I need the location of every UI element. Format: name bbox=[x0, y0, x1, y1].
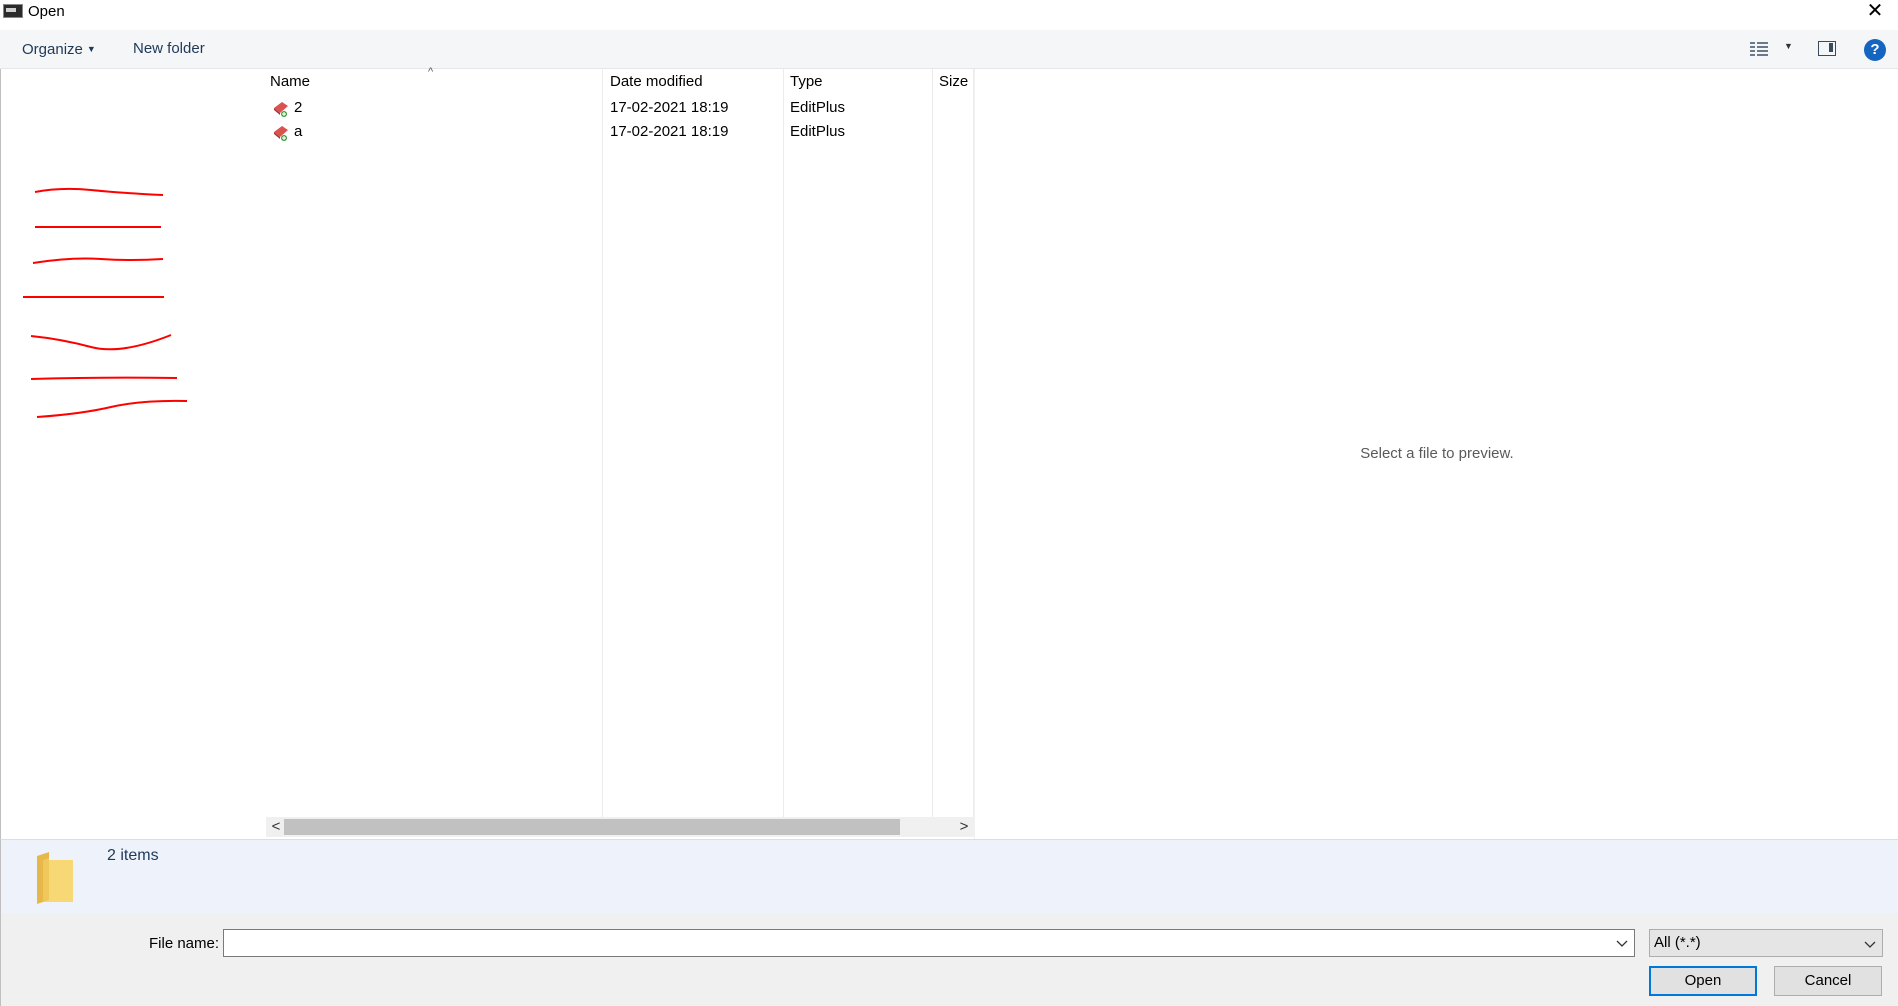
redaction-marks bbox=[23, 187, 188, 418]
column-header-type[interactable]: Type bbox=[790, 73, 823, 91]
details-view-icon bbox=[1750, 42, 1768, 56]
file-type: EditPlus bbox=[790, 99, 846, 116]
redaction-line bbox=[30, 376, 178, 380]
file-date-modified: 17-02-2021 18:19 bbox=[610, 99, 729, 116]
change-view-button[interactable]: ▼ bbox=[1750, 39, 1798, 59]
scroll-left-icon[interactable]: < bbox=[268, 817, 284, 837]
open-button[interactable]: Open bbox=[1649, 966, 1757, 996]
editplus-file-icon bbox=[274, 126, 288, 141]
organize-button[interactable]: Organize ▼ bbox=[22, 40, 96, 59]
window-title: Open bbox=[28, 3, 65, 20]
details-pane: 2 items bbox=[0, 839, 1898, 913]
column-divider[interactable] bbox=[932, 69, 933, 817]
organize-label: Organize bbox=[22, 41, 83, 58]
bottom-bar: File name: All (*.*) Open Cancel bbox=[0, 913, 1898, 1006]
column-divider[interactable] bbox=[602, 69, 603, 817]
caret-down-icon: ▼ bbox=[86, 44, 96, 54]
navigation-pane[interactable] bbox=[0, 69, 262, 839]
file-name: a bbox=[294, 123, 303, 140]
new-folder-button[interactable]: New folder bbox=[133, 40, 205, 58]
scrollbar-thumb[interactable] bbox=[284, 819, 900, 835]
folder-icon bbox=[37, 852, 73, 904]
chevron-down-icon[interactable] bbox=[1614, 934, 1630, 952]
sort-ascending-icon: ^ bbox=[428, 66, 434, 78]
title-bar: Open ✕ bbox=[0, 0, 1898, 26]
file-date-modified: 17-02-2021 18:19 bbox=[610, 123, 729, 140]
file-type: EditPlus bbox=[790, 123, 846, 140]
column-divider[interactable] bbox=[783, 69, 784, 817]
redaction-line bbox=[32, 257, 164, 264]
items-count: 2 items bbox=[107, 847, 159, 864]
file-type-filter-select[interactable]: All (*.*) bbox=[1649, 929, 1883, 957]
table-row[interactable]: a 17-02-2021 18:19 EditPlus bbox=[262, 120, 974, 144]
scroll-right-icon[interactable]: > bbox=[956, 817, 972, 837]
editplus-file-icon bbox=[274, 102, 288, 117]
column-header-name[interactable]: Name bbox=[270, 73, 310, 91]
file-name-label: File name: bbox=[149, 935, 220, 952]
file-name-input[interactable] bbox=[224, 930, 1612, 956]
file-type-filter-value: All (*.*) bbox=[1654, 934, 1701, 951]
close-icon[interactable]: ✕ bbox=[1860, 0, 1890, 24]
preview-pane-icon[interactable] bbox=[1818, 41, 1836, 56]
file-list[interactable]: ^ Name Date modified Type Size 2 17-02-2… bbox=[262, 66, 974, 839]
horizontal-scrollbar[interactable]: < > bbox=[266, 817, 974, 837]
preview-pane: Select a file to preview. bbox=[974, 69, 1898, 839]
toolbar: Organize ▼ New folder ▼ ? bbox=[0, 30, 1898, 69]
dropdown-caret-icon: ▼ bbox=[1784, 41, 1793, 51]
table-row[interactable]: 2 17-02-2021 18:19 EditPlus bbox=[262, 96, 974, 120]
redaction-line bbox=[30, 334, 172, 351]
preview-placeholder-text: Select a file to preview. bbox=[1360, 445, 1514, 462]
help-icon[interactable]: ? bbox=[1864, 39, 1886, 61]
redaction-line bbox=[36, 399, 188, 418]
redaction-line bbox=[34, 187, 164, 196]
file-name: 2 bbox=[294, 99, 303, 116]
chevron-down-icon bbox=[1864, 941, 1876, 948]
file-name-combobox[interactable] bbox=[223, 929, 1635, 957]
cancel-button[interactable]: Cancel bbox=[1774, 966, 1882, 996]
column-header-size[interactable]: Size bbox=[939, 73, 968, 91]
column-header-date-modified[interactable]: Date modified bbox=[610, 73, 703, 91]
app-icon bbox=[3, 4, 23, 18]
